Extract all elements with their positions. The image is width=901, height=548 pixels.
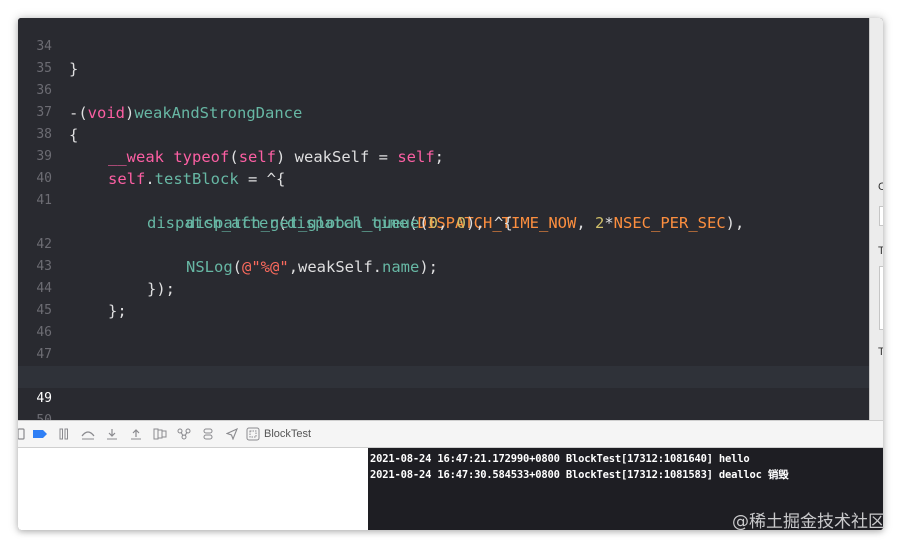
- hide-debug-area-icon[interactable]: [18, 424, 28, 444]
- code-line-36: 36 -(void)weakAndStrongDance: [18, 58, 869, 122]
- code-line-45: 45: [18, 278, 869, 318]
- environment-overrides-icon[interactable]: [196, 424, 220, 444]
- code-line-49-current[interactable]: 49: [18, 366, 869, 406]
- watermark: @稀土掘金技术社区: [732, 512, 885, 532]
- debug-target-label: BlockTest: [264, 428, 312, 440]
- code-line-46: 46: [18, 300, 869, 340]
- code-line-50: 50 }: [18, 388, 869, 420]
- inspector-field[interactable]: [879, 206, 883, 226]
- debug-target[interactable]: BlockTest: [246, 427, 311, 441]
- xcode-window: 34 } 35 36 -(void)weakAndStrongDance 37 …: [18, 18, 883, 530]
- memory-graph-icon[interactable]: [172, 424, 196, 444]
- inspector-label: C: [878, 181, 883, 193]
- code-line-35: 35: [18, 36, 869, 76]
- variables-view[interactable]: [18, 448, 368, 530]
- code-line-39: 39 self.testBlock = ^{: [18, 124, 869, 188]
- simulate-location-icon[interactable]: [220, 424, 244, 444]
- step-out-icon[interactable]: [124, 424, 148, 444]
- step-over-icon[interactable]: [76, 424, 100, 444]
- code-line-41: 41 dispatch_after(dispatch_time(DISPATCH…: [18, 168, 869, 232]
- breakpoints-toggle-icon[interactable]: [28, 424, 52, 444]
- inspector-label: T: [878, 245, 883, 257]
- view-hierarchy-icon[interactable]: [148, 424, 172, 444]
- console-line: 2021-08-24 16:47:30.584533+0800 BlockTes…: [370, 469, 789, 481]
- code-line-51: 51 /*: [18, 409, 869, 420]
- code-line-42: 42 NSLog(@"%@",weakSelf.name);: [18, 212, 869, 276]
- code-line-47: 47 self.testBlock();: [18, 322, 869, 386]
- code-line-38: 38 __weak typeof(self) weakSelf = self;: [18, 102, 869, 166]
- step-into-icon[interactable]: [100, 424, 124, 444]
- code-line-34: 34 }: [18, 18, 869, 78]
- code-line-43: 43 });: [18, 234, 869, 298]
- inspector-label: T: [878, 346, 883, 358]
- code-line-48: 48: [18, 344, 869, 384]
- code-line-37: 37 {: [18, 80, 869, 144]
- pause-icon[interactable]: [52, 424, 76, 444]
- code-line-44: 44 };: [18, 256, 869, 320]
- inspector-text-area[interactable]: [879, 266, 883, 330]
- code-line-41-wrapped: dispatch_get_global_queue(0, 0), ^{: [18, 190, 869, 232]
- inspector-panel: C T T: [869, 18, 883, 420]
- app-target-icon: [246, 427, 260, 441]
- debug-bar: BlockTest: [18, 420, 883, 448]
- console-line: 2021-08-24 16:47:21.172990+0800 BlockTes…: [370, 453, 750, 465]
- code-editor[interactable]: 34 } 35 36 -(void)weakAndStrongDance 37 …: [18, 18, 869, 420]
- code-line-40: 40: [18, 146, 869, 186]
